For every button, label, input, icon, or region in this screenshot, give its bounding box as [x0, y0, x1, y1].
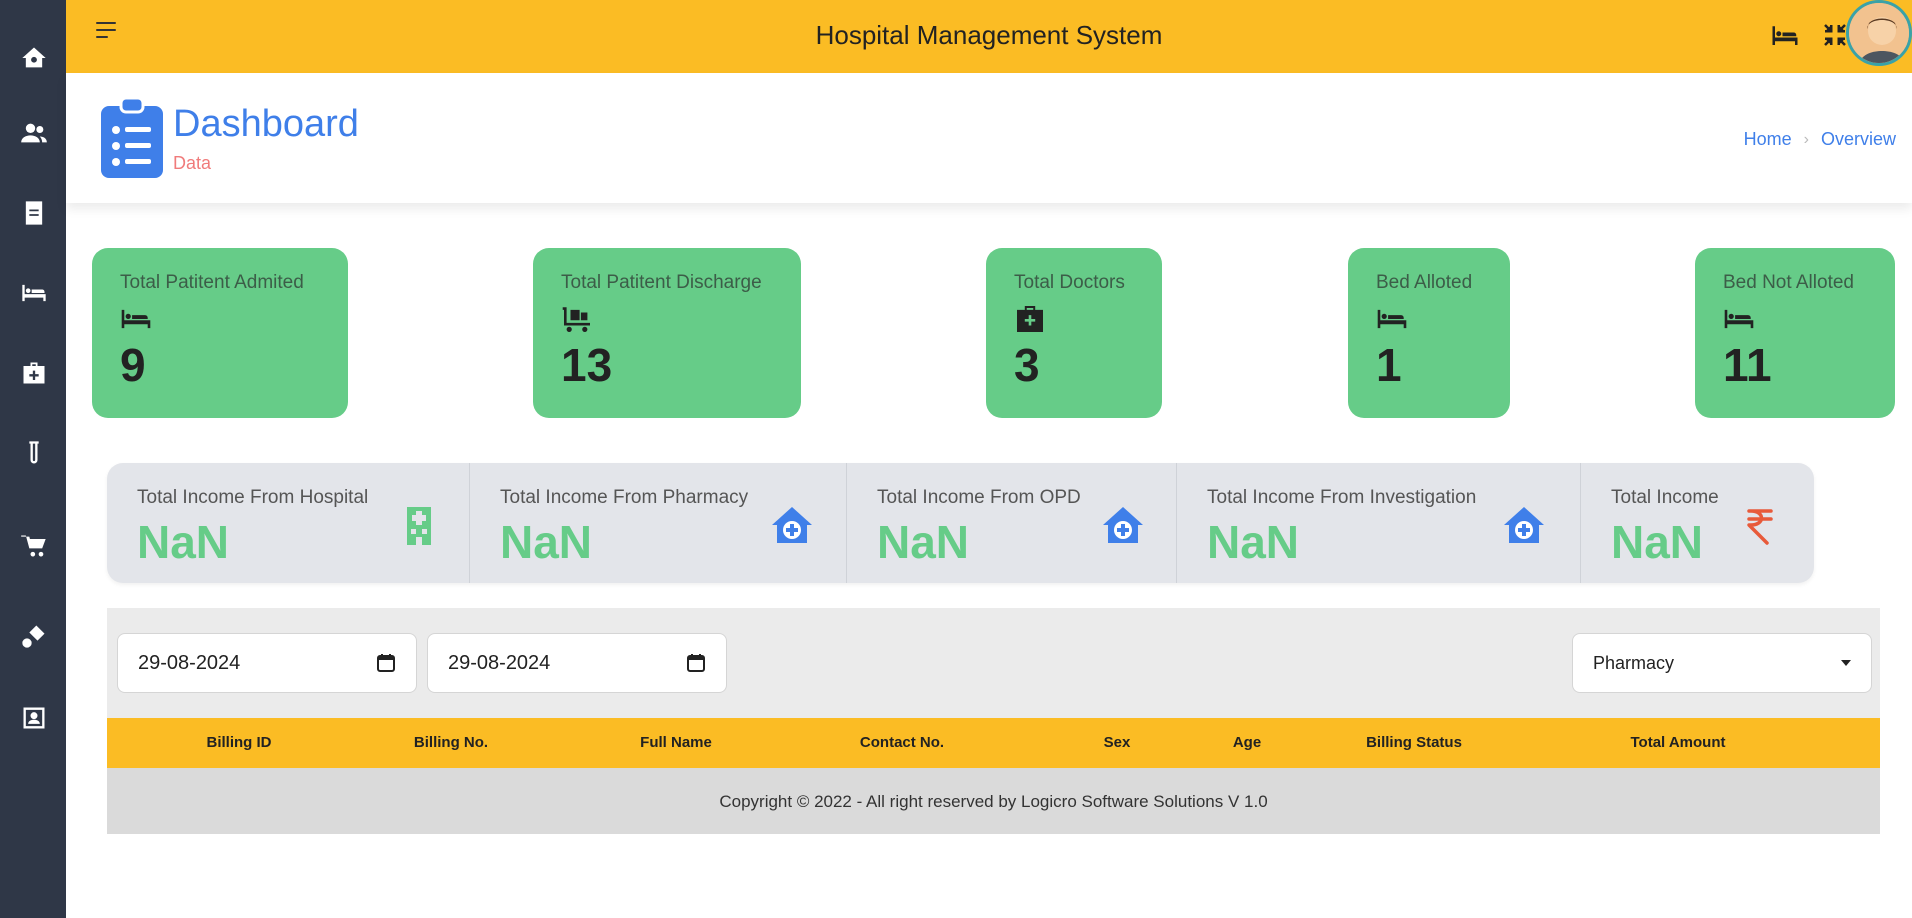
stat-label: Bed Not Alloted — [1723, 272, 1854, 293]
income-value: NaN — [137, 516, 230, 568]
bed-notification-icon[interactable] — [1768, 18, 1802, 52]
discharge-cart-icon — [561, 306, 593, 332]
hospital-building-icon — [397, 503, 441, 547]
income-label: Total Income From Pharmacy — [500, 487, 749, 508]
income-investigation: Total Income From Investigation NaN — [1177, 463, 1581, 583]
column-header[interactable]: Contact No. — [860, 734, 944, 751]
bed-icon[interactable] — [18, 277, 50, 309]
column-header[interactable]: Billing ID — [207, 734, 272, 751]
test-tube-icon[interactable] — [18, 437, 50, 469]
footer: Copyright © 2022 - All right reserved by… — [107, 768, 1880, 834]
bed-icon — [1723, 306, 1755, 332]
stat-card-admitted[interactable]: Total Patitent Admited 9 — [92, 248, 348, 418]
income-panel: Total Income From Hospital NaN Total Inc… — [107, 463, 1814, 583]
department-select-value: Pharmacy — [1593, 652, 1675, 673]
app-title: Hospital Management System — [815, 20, 1163, 50]
pills-icon[interactable] — [18, 620, 50, 652]
clinic-house-icon — [770, 503, 814, 547]
sidebar — [0, 0, 66, 918]
income-hospital: Total Income From Hospital NaN — [107, 463, 470, 583]
page-subtitle: Data — [173, 153, 212, 173]
column-header[interactable]: Full Name — [640, 734, 712, 751]
stat-label: Total Doctors — [1014, 272, 1125, 293]
stat-card-bed-alloted[interactable]: Bed Alloted 1 — [1348, 248, 1510, 418]
billing-table-header: Billing ID Billing No. Full Name Contact… — [107, 718, 1880, 768]
column-header[interactable]: Age — [1233, 734, 1261, 751]
column-header[interactable]: Billing Status — [1366, 734, 1462, 751]
document-icon[interactable] — [18, 197, 50, 229]
column-header[interactable]: Total Amount — [1631, 734, 1726, 751]
filter-section: 29-08-2024 29-08-2024 Pharmacy — [107, 608, 1880, 718]
to-date-input[interactable]: 29-08-2024 — [427, 633, 727, 693]
stat-value: 3 — [1014, 339, 1040, 391]
breadcrumb-separator-icon: › — [1803, 130, 1809, 148]
from-date-value: 29-08-2024 — [138, 651, 241, 674]
calendar-icon[interactable] — [686, 653, 706, 673]
income-value: NaN — [1207, 516, 1300, 568]
stat-value: 13 — [561, 339, 613, 391]
stat-label: Total Patitent Discharge — [561, 272, 762, 293]
calendar-icon[interactable] — [376, 653, 396, 673]
clinic-house-icon — [1101, 503, 1145, 547]
stat-label: Bed Alloted — [1376, 272, 1473, 293]
stat-card-discharge[interactable]: Total Patitent Discharge 13 — [533, 248, 801, 418]
income-value: NaN — [500, 516, 593, 568]
stat-card-doctors[interactable]: Total Doctors 3 — [986, 248, 1162, 418]
bed-icon — [120, 306, 152, 332]
footer-text: Copyright © 2022 - All right reserved by… — [719, 792, 1268, 811]
breadcrumb-home-link[interactable]: Home — [1744, 129, 1792, 150]
stat-value: 9 — [120, 339, 146, 391]
income-total: Total Income NaN — [1581, 463, 1814, 583]
medical-kit-icon[interactable] — [18, 357, 50, 389]
user-card-icon[interactable] — [18, 702, 50, 734]
income-pharmacy: Total Income From Pharmacy NaN — [470, 463, 847, 583]
to-date-value: 29-08-2024 — [448, 651, 551, 674]
rupee-icon — [1737, 503, 1781, 547]
medical-kit-icon — [1014, 306, 1046, 332]
department-select[interactable]: Pharmacy — [1572, 633, 1872, 693]
chevron-down-icon — [1841, 660, 1851, 666]
breadcrumb: Home › Overview — [1744, 129, 1896, 150]
column-header[interactable]: Billing No. — [414, 734, 488, 751]
from-date-input[interactable]: 29-08-2024 — [117, 633, 417, 693]
stat-value: 1 — [1376, 339, 1402, 391]
page-header: Dashboard Data Home › Overview — [66, 73, 1912, 203]
home-gear-icon[interactable] — [18, 42, 50, 74]
users-icon[interactable] — [18, 117, 50, 149]
page-title: Dashboard — [173, 103, 359, 145]
bed-icon — [1376, 306, 1408, 332]
cart-plus-icon[interactable] — [18, 530, 50, 562]
avatar[interactable] — [1846, 0, 1912, 66]
stat-label: Total Patitent Admited — [120, 272, 304, 293]
income-label: Total Income From Investigation — [1207, 487, 1477, 508]
stat-card-bed-not-alloted[interactable]: Bed Not Alloted 11 — [1695, 248, 1895, 418]
breadcrumb-current-link[interactable]: Overview — [1821, 129, 1896, 150]
top-bar: Hospital Management System — [66, 0, 1912, 73]
income-opd: Total Income From OPD NaN — [847, 463, 1177, 583]
stat-value: 11 — [1723, 339, 1772, 391]
income-label: Total Income From Hospital — [137, 487, 369, 508]
column-header[interactable]: Sex — [1104, 734, 1131, 751]
clinic-house-icon — [1502, 503, 1546, 547]
clipboard-list-icon — [101, 98, 163, 178]
